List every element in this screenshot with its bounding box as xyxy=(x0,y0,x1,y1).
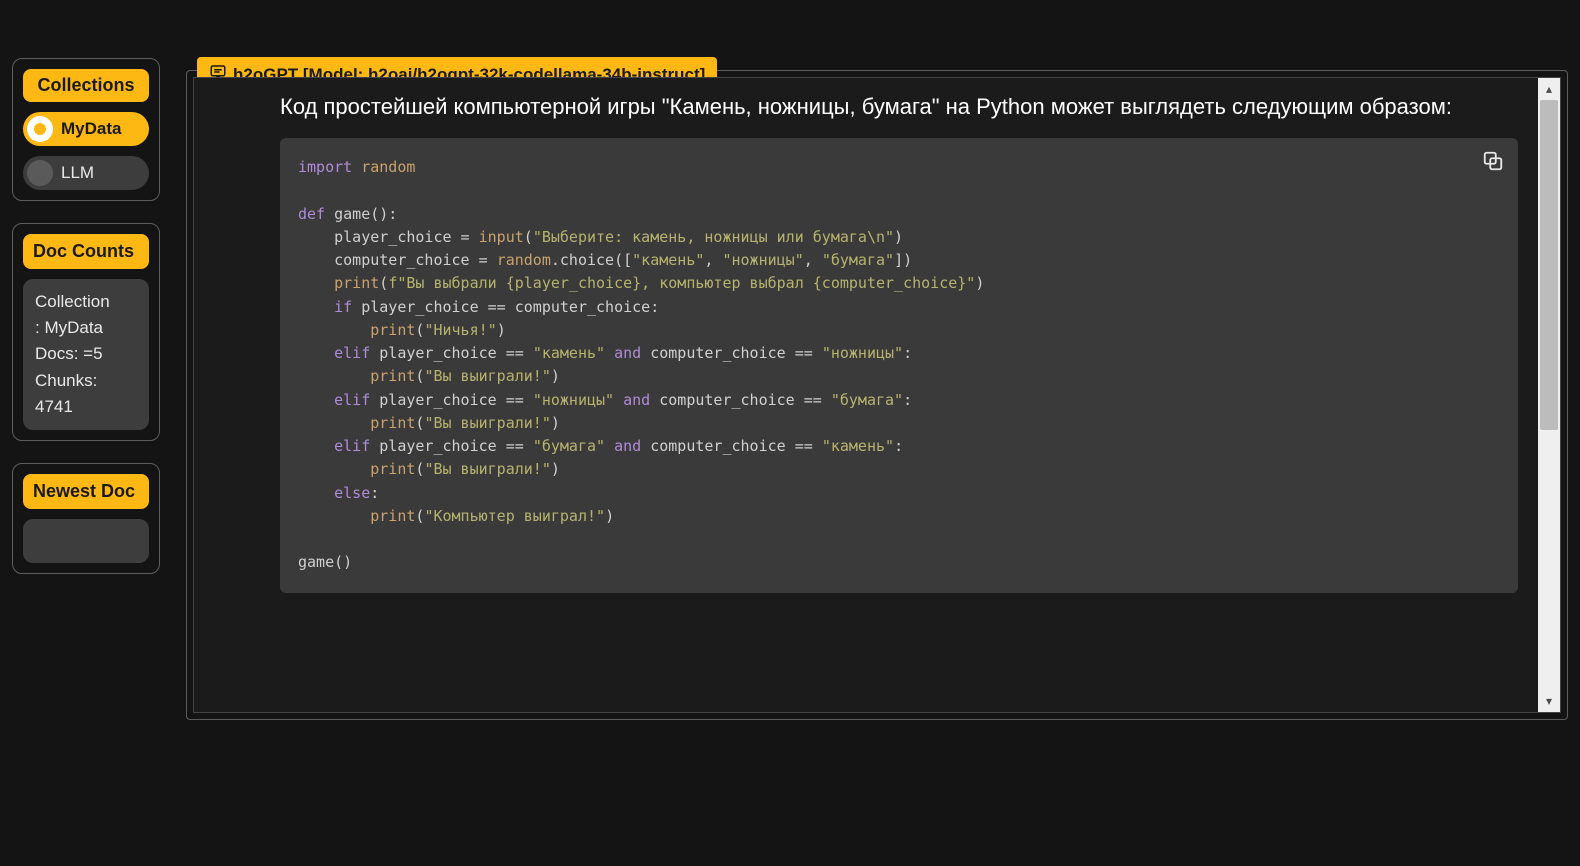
scroll-down-button[interactable]: ▾ xyxy=(1538,690,1560,712)
chat-scroll-container: Код простейшей компьютерной игры "Камень… xyxy=(193,77,1561,713)
scroll-thumb[interactable] xyxy=(1540,100,1558,430)
code-block: import random def game(): player_choice … xyxy=(280,138,1518,593)
doc-counts-line: : MyData xyxy=(35,315,137,341)
doc-counts-panel: Doc Counts Collection : MyData Docs: =5 … xyxy=(12,223,160,441)
doc-counts-line: Chunks: xyxy=(35,368,137,394)
main-area: h2oGPT [Model: h2oai/h2ogpt-32k-codellam… xyxy=(186,70,1568,848)
newest-doc-header: Newest Doc xyxy=(23,474,149,509)
doc-counts-info: Collection : MyData Docs: =5 Chunks: 474… xyxy=(23,279,149,431)
code-content: import random def game(): player_choice … xyxy=(298,158,984,571)
chevron-up-icon: ▴ xyxy=(1546,82,1552,96)
collections-panel: Collections MyData LLM xyxy=(12,58,160,201)
assistant-message-text: Код простейшей компьютерной игры "Камень… xyxy=(280,90,1518,124)
doc-counts-line: 4741 xyxy=(35,394,137,420)
collection-item-label: MyData xyxy=(61,119,121,139)
doc-counts-header: Doc Counts xyxy=(23,234,149,269)
scroll-track[interactable] xyxy=(1538,100,1560,690)
radio-selected-icon xyxy=(27,116,53,142)
scrollbar-vertical[interactable]: ▴ ▾ xyxy=(1538,78,1560,712)
radio-unselected-icon xyxy=(27,160,53,186)
doc-counts-line: Docs: =5 xyxy=(35,341,137,367)
scroll-up-button[interactable]: ▴ xyxy=(1538,78,1560,100)
chat-frame: h2oGPT [Model: h2oai/h2ogpt-32k-codellam… xyxy=(186,70,1568,720)
collection-item-mydata[interactable]: MyData xyxy=(23,112,149,146)
chat-body: Код простейшей компьютерной игры "Камень… xyxy=(194,78,1538,712)
app-root: Collections MyData LLM Doc Counts Collec… xyxy=(0,0,1580,866)
collection-item-llm[interactable]: LLM xyxy=(23,156,149,190)
doc-counts-line: Collection xyxy=(35,289,137,315)
copy-code-button[interactable] xyxy=(1482,150,1506,174)
newest-doc-empty xyxy=(23,519,149,563)
collections-header: Collections xyxy=(23,69,149,102)
sidebar: Collections MyData LLM Doc Counts Collec… xyxy=(12,18,160,848)
collection-item-label: LLM xyxy=(61,163,94,183)
copy-icon xyxy=(1482,158,1504,176)
chevron-down-icon: ▾ xyxy=(1546,694,1552,708)
newest-doc-panel: Newest Doc xyxy=(12,463,160,574)
